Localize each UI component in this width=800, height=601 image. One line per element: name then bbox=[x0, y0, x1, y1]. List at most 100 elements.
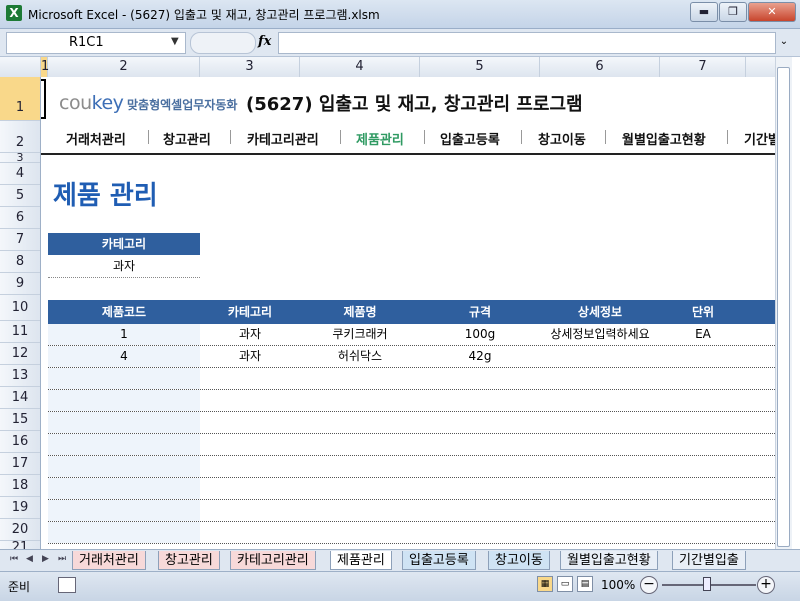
row-header-1[interactable]: 1 bbox=[0, 77, 40, 121]
row-header-7[interactable]: 7 bbox=[0, 229, 40, 251]
cell-product-code[interactable] bbox=[48, 478, 200, 499]
cell-product-code[interactable] bbox=[48, 390, 200, 411]
row-header-3[interactable]: 3 bbox=[0, 152, 40, 163]
prev-sheet-icon[interactable]: ◀ bbox=[26, 554, 33, 564]
row-header-11[interactable]: 11 bbox=[0, 321, 40, 343]
fx-icon[interactable]: fx bbox=[258, 34, 271, 49]
column-header-4[interactable]: 4 bbox=[300, 57, 420, 77]
macro-record-icon[interactable] bbox=[58, 577, 76, 593]
menu-item-category[interactable]: 카테고리관리 bbox=[247, 129, 319, 148]
cell-detail[interactable] bbox=[540, 346, 660, 367]
vertical-scroll-thumb[interactable] bbox=[777, 67, 790, 547]
cell-product-code[interactable] bbox=[48, 456, 200, 477]
cell-category[interactable]: 과자 bbox=[200, 324, 300, 345]
sheet-tab-monthly[interactable]: 월별입출고현황 bbox=[560, 551, 658, 570]
row-header-18[interactable]: 18 bbox=[0, 475, 40, 497]
row-header-15[interactable]: 15 bbox=[0, 409, 40, 431]
zoom-slider-thumb[interactable] bbox=[703, 577, 711, 591]
cell-product-code[interactable] bbox=[48, 500, 200, 521]
column-header-2[interactable]: 2 bbox=[48, 57, 200, 77]
worksheet[interactable]: coukey 맞춤형엑셀업무자동화 (5627) 입출고 및 재고, 창고관리 … bbox=[41, 77, 775, 549]
cell-category[interactable]: 과자 bbox=[200, 346, 300, 367]
row-header-20[interactable]: 20 bbox=[0, 519, 40, 541]
sheet-tab-category[interactable]: 카테고리관리 bbox=[230, 551, 316, 570]
zoom-in-icon[interactable]: + bbox=[757, 576, 775, 594]
table-row[interactable] bbox=[48, 478, 775, 500]
sheet-tab-warehouse[interactable]: 창고관리 bbox=[158, 551, 220, 570]
page-break-view-icon[interactable]: ▤ bbox=[577, 576, 593, 592]
row-header-16[interactable]: 16 bbox=[0, 431, 40, 453]
row-header-10[interactable]: 10 bbox=[0, 295, 40, 321]
menu-item-period-status[interactable]: 기간별 bbox=[744, 129, 775, 148]
table-row[interactable] bbox=[48, 390, 775, 412]
zoom-out-icon[interactable]: − bbox=[640, 576, 658, 594]
table-row[interactable] bbox=[48, 368, 775, 390]
close-button[interactable]: ✕ bbox=[748, 2, 796, 22]
cell-product-name[interactable]: 허쉬닥스 bbox=[300, 346, 420, 367]
cell-unit[interactable] bbox=[660, 346, 746, 367]
column-header-6[interactable]: 6 bbox=[540, 57, 660, 77]
cell-product-code[interactable] bbox=[48, 434, 200, 455]
row-header-19[interactable]: 19 bbox=[0, 497, 40, 519]
row-header-17[interactable]: 17 bbox=[0, 453, 40, 475]
sheet-tab-client[interactable]: 거래처관리 bbox=[72, 551, 146, 570]
cell-product-code[interactable]: 1 bbox=[48, 324, 200, 345]
column-header-3[interactable]: 3 bbox=[200, 57, 300, 77]
cell-product-code[interactable] bbox=[48, 412, 200, 433]
cell-spec[interactable]: 42g bbox=[420, 346, 540, 367]
row-header-6[interactable]: 6 bbox=[0, 207, 40, 229]
first-sheet-icon[interactable]: ⏮ bbox=[10, 554, 18, 564]
restore-button[interactable]: ❐ bbox=[719, 2, 747, 22]
selected-cell[interactable] bbox=[41, 79, 46, 119]
table-row[interactable] bbox=[48, 456, 775, 478]
expand-formula-icon[interactable]: ⌄ bbox=[776, 32, 792, 52]
category-filter-value[interactable]: 과자 bbox=[48, 255, 200, 278]
cell-product-code[interactable]: 4 bbox=[48, 346, 200, 367]
column-header-1[interactable]: 1 bbox=[41, 57, 49, 77]
select-all-corner[interactable] bbox=[0, 57, 41, 77]
row-header-14[interactable]: 14 bbox=[0, 387, 40, 409]
table-row[interactable] bbox=[48, 434, 775, 456]
vertical-scrollbar[interactable] bbox=[775, 57, 792, 549]
row-header-21[interactable]: 21 bbox=[0, 541, 40, 550]
row-header-5[interactable]: 5 bbox=[0, 185, 40, 207]
row-header-4[interactable]: 4 bbox=[0, 163, 40, 185]
cell-product-code[interactable] bbox=[48, 522, 200, 543]
table-row[interactable] bbox=[48, 500, 775, 522]
row-header-9[interactable]: 9 bbox=[0, 273, 40, 295]
row-header-12[interactable]: 12 bbox=[0, 343, 40, 365]
page-layout-view-icon[interactable]: ▭ bbox=[557, 576, 573, 592]
formula-input[interactable] bbox=[278, 32, 776, 54]
menu-item-inout-register[interactable]: 입출고등록 bbox=[440, 129, 500, 148]
menu-item-product[interactable]: 제품관리 bbox=[356, 129, 404, 148]
sheet-tab-inout-register[interactable]: 입출고등록 bbox=[402, 551, 476, 570]
row-header-13[interactable]: 13 bbox=[0, 365, 40, 387]
table-row[interactable]: 1 과자 쿠키크래커 100g 상세정보입력하세요 EA bbox=[48, 324, 775, 346]
zoom-level[interactable]: 100% bbox=[601, 578, 635, 592]
sheet-tab-period[interactable]: 기간별입출 bbox=[672, 551, 746, 570]
name-box[interactable]: R1C1 ▼ bbox=[6, 32, 186, 54]
normal-view-icon[interactable]: ▦ bbox=[537, 576, 553, 592]
cell-detail[interactable]: 상세정보입력하세요 bbox=[540, 324, 660, 345]
column-header-5[interactable]: 5 bbox=[420, 57, 540, 77]
column-header-7[interactable]: 7 bbox=[660, 57, 746, 77]
sheet-tab-warehouse-move[interactable]: 창고이동 bbox=[488, 551, 550, 570]
excel-icon[interactable]: X bbox=[6, 5, 22, 21]
row-header-8[interactable]: 8 bbox=[0, 251, 40, 273]
table-row[interactable]: 4 과자 허쉬닥스 42g bbox=[48, 346, 775, 368]
cell-spec[interactable]: 100g bbox=[420, 324, 540, 345]
table-row[interactable] bbox=[48, 412, 775, 434]
sheet-tab-product[interactable]: 제품관리 bbox=[330, 551, 392, 570]
menu-item-client[interactable]: 거래처관리 bbox=[66, 129, 126, 148]
next-sheet-icon[interactable]: ▶ bbox=[42, 554, 49, 564]
cell-product-code[interactable] bbox=[48, 368, 200, 389]
row-header-2[interactable]: 2 bbox=[0, 121, 40, 153]
menu-item-warehouse-move[interactable]: 창고이동 bbox=[538, 129, 586, 148]
chevron-down-icon[interactable]: ▼ bbox=[171, 36, 179, 47]
minimize-button[interactable]: ▬ bbox=[690, 2, 718, 22]
cell-product-name[interactable]: 쿠키크래커 bbox=[300, 324, 420, 345]
last-sheet-icon[interactable]: ⏭ bbox=[58, 554, 66, 564]
cell-unit[interactable]: EA bbox=[660, 324, 746, 345]
menu-item-warehouse[interactable]: 창고관리 bbox=[163, 129, 211, 148]
menu-item-monthly-status[interactable]: 월별입출고현황 bbox=[622, 129, 706, 148]
